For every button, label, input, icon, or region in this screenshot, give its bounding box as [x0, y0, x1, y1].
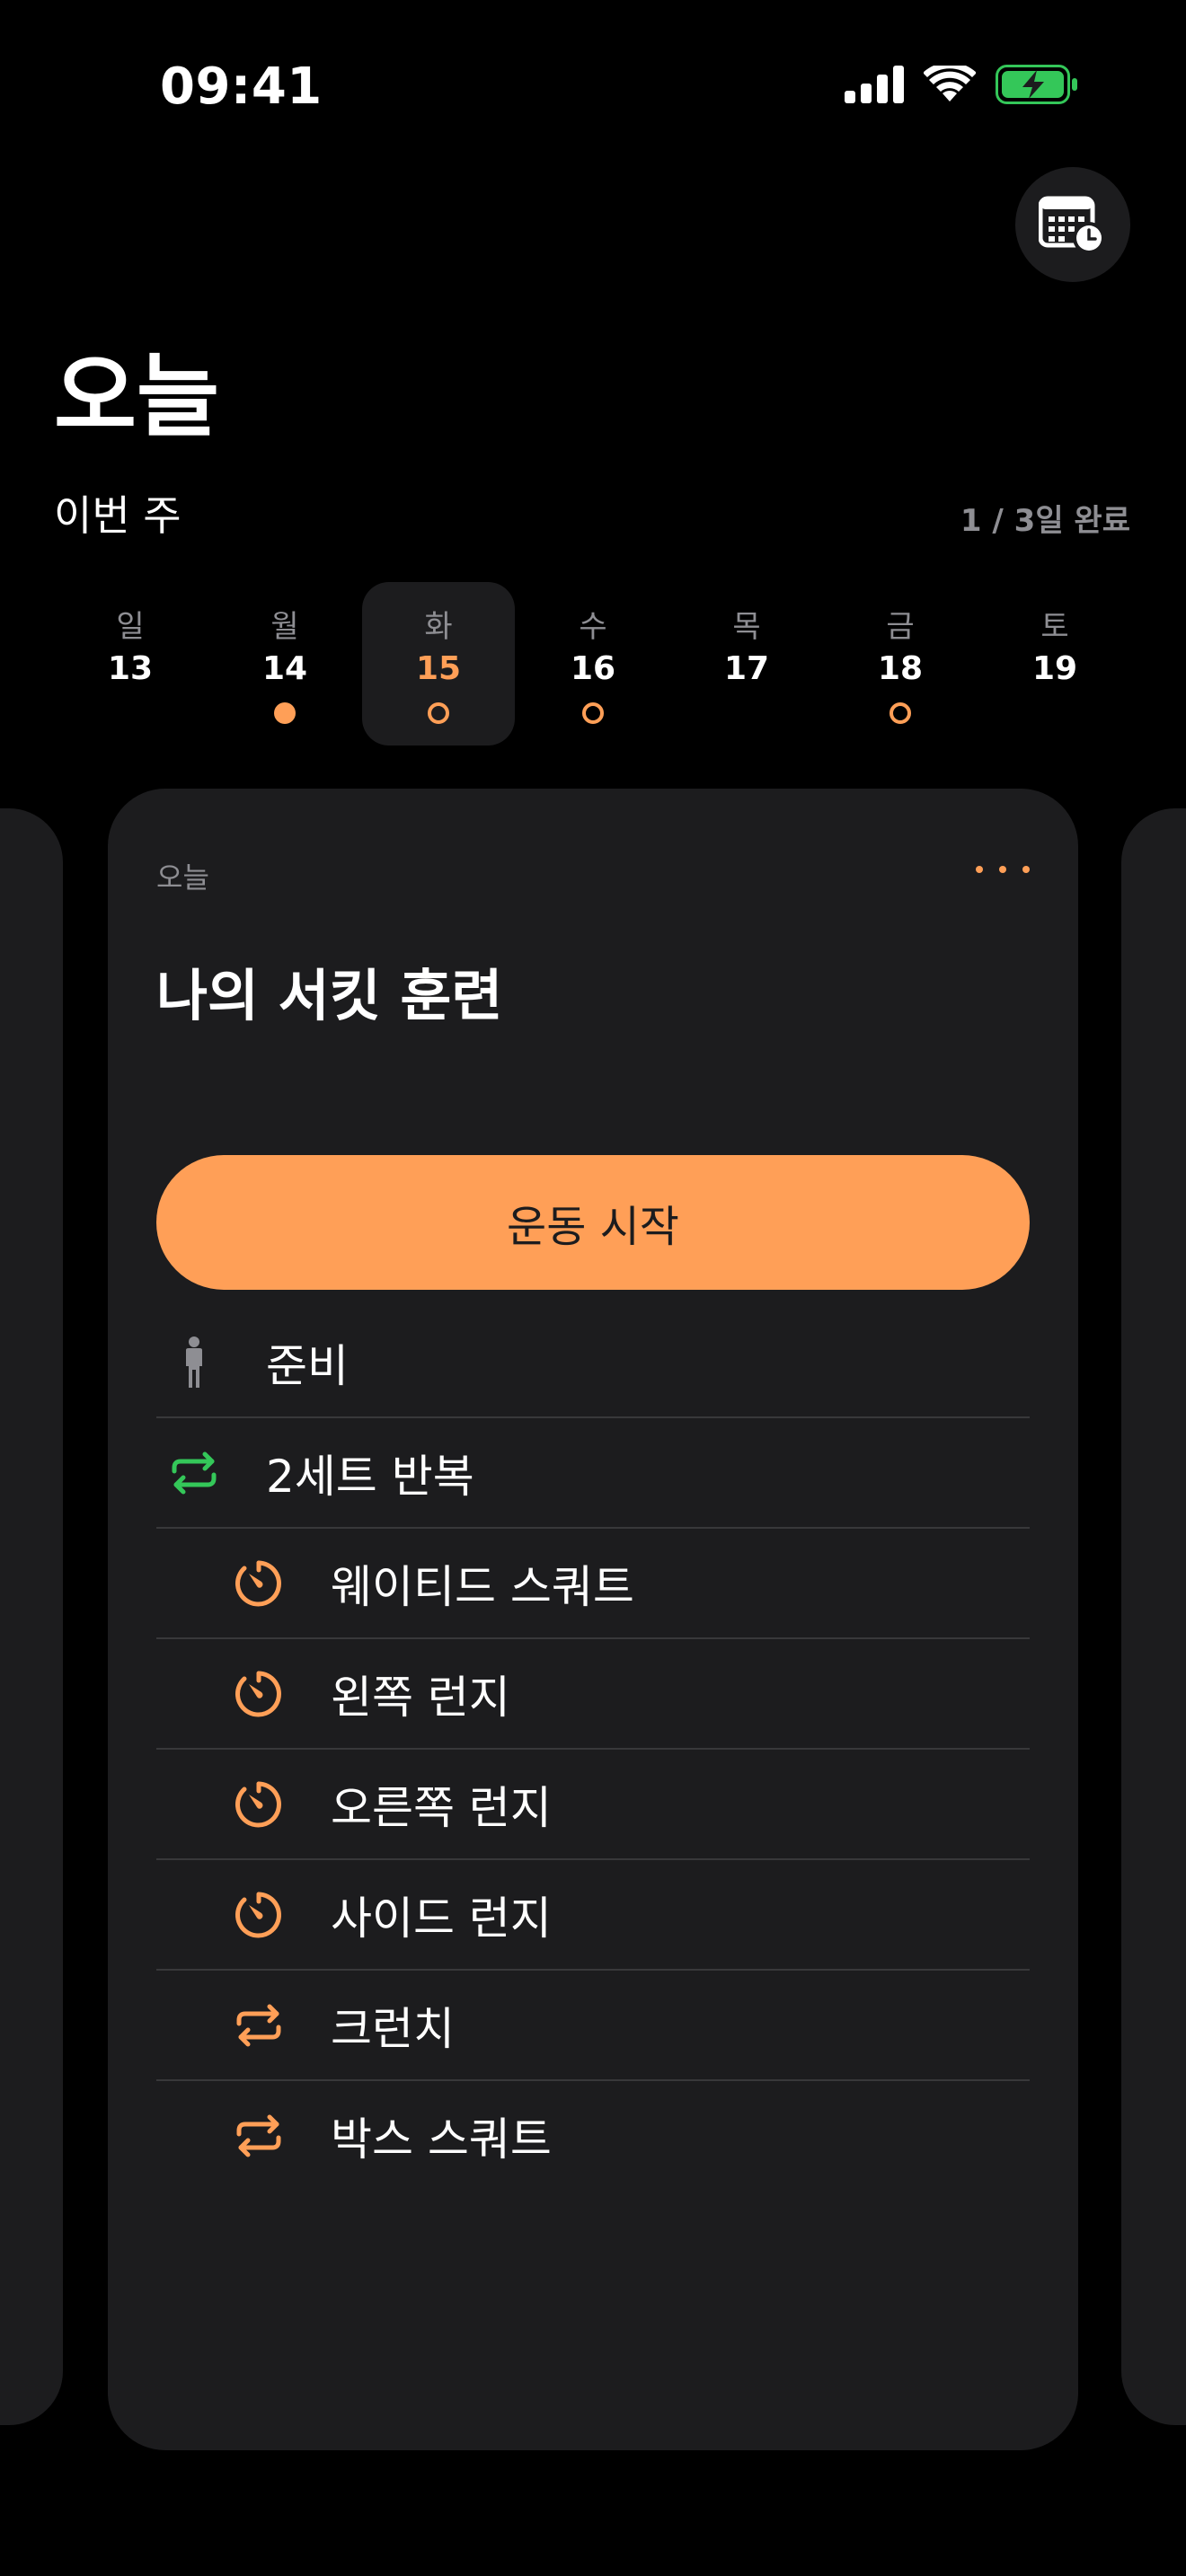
- card-subtitle: 오늘: [156, 860, 209, 895]
- status-time: 09:41: [160, 57, 323, 116]
- list-item[interactable]: 왼쪽 런지: [156, 1639, 1030, 1750]
- day-name: 일: [116, 609, 145, 645]
- step-label: 박스 스쿼트: [331, 2113, 552, 2166]
- week-label: 이번 주: [54, 491, 181, 540]
- previous-workout-card[interactable]: [0, 808, 63, 2425]
- day-mon[interactable]: 월 14: [208, 582, 361, 745]
- day-tue[interactable]: 화 15: [362, 582, 515, 745]
- day-sun[interactable]: 일 13: [54, 582, 207, 745]
- status-icons: [845, 65, 1078, 104]
- repeat-icon: [167, 1446, 221, 1500]
- day-number: 14: [261, 650, 308, 687]
- calendar-history-button[interactable]: [1015, 167, 1130, 282]
- scheduled-dot: [428, 702, 449, 724]
- day-number: 17: [723, 650, 770, 687]
- list-item[interactable]: 사이드 런지: [156, 1860, 1030, 1971]
- more-button[interactable]: [976, 851, 1030, 887]
- timer-icon: [232, 1778, 286, 1831]
- list-item[interactable]: 오른쪽 런지: [156, 1750, 1030, 1860]
- list-item[interactable]: 준비: [156, 1308, 1030, 1418]
- step-label: 2세트 반복: [266, 1450, 474, 1503]
- step-label: 왼쪽 런지: [331, 1671, 510, 1724]
- person-standing-icon: [167, 1336, 221, 1389]
- day-name: 수: [579, 609, 607, 645]
- list-item[interactable]: 크런치: [156, 1971, 1030, 2081]
- timer-icon: [232, 1557, 286, 1610]
- ellipsis-icon: [976, 866, 983, 873]
- day-wed[interactable]: 수 16: [517, 582, 669, 745]
- scheduled-dot: [582, 702, 604, 724]
- step-label: 크런치: [331, 2002, 455, 2055]
- calendar-clock-icon: [1039, 196, 1105, 254]
- day-name: 목: [732, 609, 761, 645]
- wifi-icon: [924, 66, 976, 101]
- workout-card: 오늘 나의 서킷 훈련 운동 시작 준비 2세트 반복 웨이티드 스쿼트 왼쪽 …: [108, 789, 1078, 2450]
- list-item[interactable]: 2세트 반복: [156, 1418, 1030, 1529]
- step-label: 웨이티드 스쿼트: [331, 1560, 634, 1613]
- day-number: 16: [570, 650, 616, 687]
- start-workout-button[interactable]: 운동 시작: [156, 1155, 1030, 1290]
- day-number: 13: [107, 650, 154, 687]
- workout-title: 나의 서킷 훈련: [156, 963, 503, 1028]
- day-name: 토: [1040, 609, 1069, 645]
- day-name: 화: [424, 609, 453, 645]
- day-name: 월: [270, 609, 299, 645]
- workout-steps-list: 준비 2세트 반복 웨이티드 스쿼트 왼쪽 런지 오른쪽 런지 사이드 런지 크…: [156, 1308, 1030, 2190]
- page-title: 오늘: [54, 344, 219, 449]
- list-item[interactable]: 박스 스쿼트: [156, 2081, 1030, 2190]
- next-workout-card[interactable]: [1121, 808, 1186, 2425]
- list-item[interactable]: 웨이티드 스쿼트: [156, 1529, 1030, 1639]
- step-label: 오른쪽 런지: [331, 1781, 552, 1834]
- day-number: 15: [415, 650, 462, 687]
- repeat-icon: [232, 1998, 286, 2052]
- day-name: 금: [886, 609, 915, 645]
- step-label: 사이드 런지: [331, 1892, 552, 1945]
- day-fri[interactable]: 금 18: [824, 582, 977, 745]
- day-sat[interactable]: 토 19: [978, 582, 1131, 745]
- cellular-signal-icon: [845, 66, 904, 103]
- battery-charging-icon: [996, 65, 1077, 104]
- repeat-icon: [232, 2109, 286, 2163]
- scheduled-dot: [890, 702, 911, 724]
- week-strip: 일 13 월 14 화 15 수 16 목 17 금 18 토 19: [54, 582, 1132, 745]
- timer-icon: [232, 1667, 286, 1721]
- day-number: 18: [877, 650, 924, 687]
- completed-dot: [274, 702, 296, 724]
- timer-icon: [232, 1888, 286, 1942]
- week-progress: 1 / 3일 완료: [960, 503, 1130, 539]
- day-thu[interactable]: 목 17: [670, 582, 823, 745]
- step-label: 준비: [266, 1339, 349, 1392]
- day-number: 19: [1031, 650, 1078, 687]
